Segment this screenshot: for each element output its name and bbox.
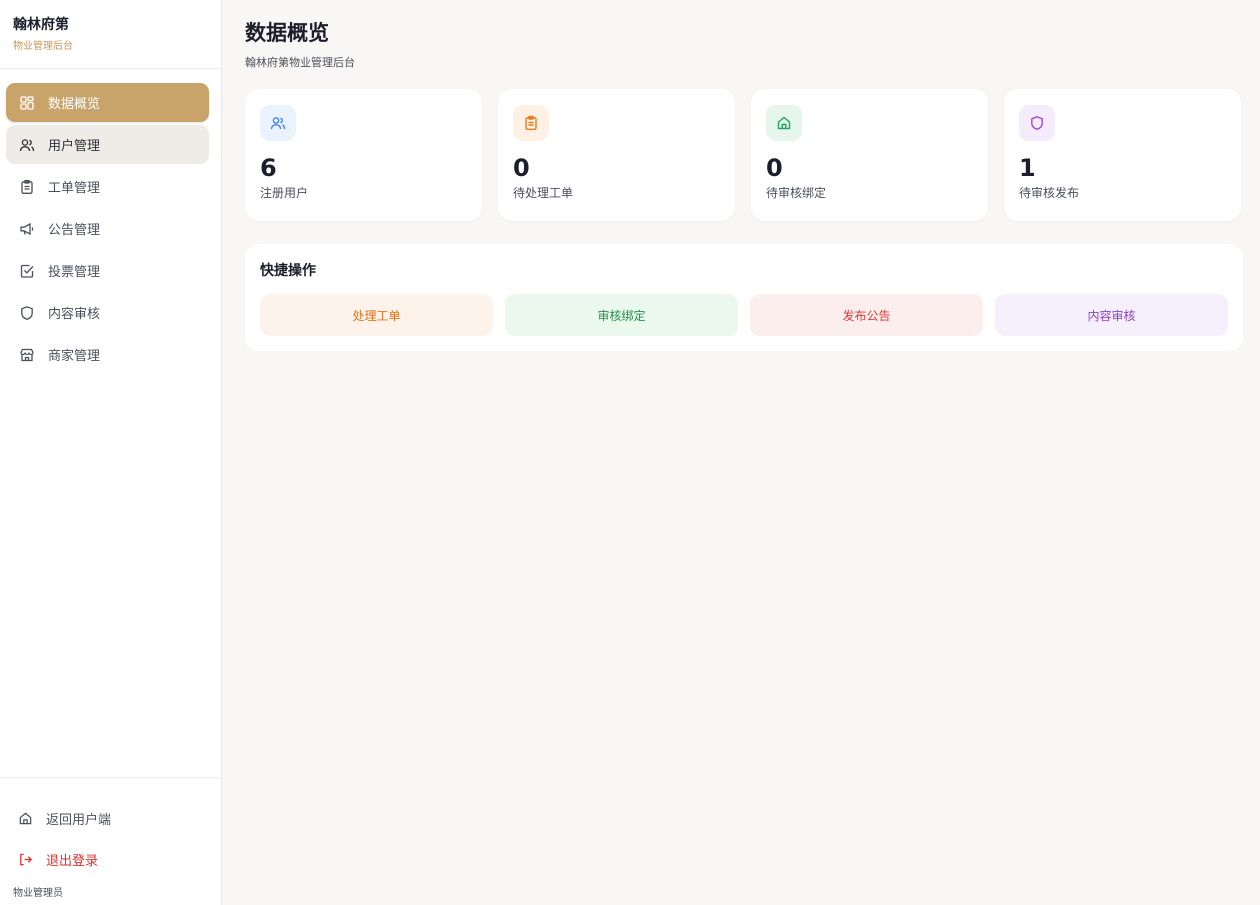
sidebar-nav: 数据概览 用户管理 工单管理 公告管理 投票管理 内容审核 商家管理 (0, 69, 221, 374)
sidebar-item-label: 数据概览 (48, 97, 101, 112)
sidebar-item-votes[interactable]: 投票管理 (6, 251, 209, 290)
stat-label: 待处理工单 (513, 186, 574, 200)
sidebar-item-label: 用户管理 (48, 139, 101, 154)
stat-icon-wrapper (513, 105, 549, 141)
megaphone-icon (18, 220, 36, 238)
stat-value: 0 (513, 154, 530, 182)
sidebar-item-label: 商家管理 (48, 349, 101, 364)
stat-card-pending-binding: 0 待审核绑定 (751, 89, 988, 221)
review-binding-button[interactable]: 审核绑定 (505, 294, 738, 336)
sidebar-item-content-review[interactable]: 内容审核 (6, 293, 209, 332)
quick-actions-row: 处理工单 审核绑定 发布公告 内容审核 (260, 294, 1228, 336)
back-to-user-label: 返回用户端 (46, 813, 112, 828)
checkbox-icon (18, 262, 36, 280)
sidebar-item-label: 投票管理 (48, 265, 101, 280)
page-subtitle: 翰林府第物业管理后台 (245, 56, 355, 69)
sidebar-item-users[interactable]: 用户管理 (6, 125, 209, 164)
sidebar-item-overview[interactable]: 数据概览 (6, 83, 209, 122)
sidebar-item-label: 公告管理 (48, 223, 101, 238)
page-title: 数据概览 (245, 20, 329, 45)
users-icon (270, 117, 286, 130)
stat-card-pending-posts: 1 待审核发布 (1004, 89, 1241, 221)
home-icon (18, 811, 34, 827)
stat-card-registered-users: 6 注册用户 (245, 89, 482, 221)
users-icon (18, 136, 36, 154)
stat-value: 0 (766, 154, 783, 182)
brand-subtitle: 物业管理后台 (13, 41, 73, 52)
sidebar-item-merchants[interactable]: 商家管理 (6, 335, 209, 374)
stat-label: 待审核发布 (1019, 186, 1080, 200)
user-role: 物业管理员 (13, 888, 63, 899)
sidebar-item-announcements[interactable]: 公告管理 (6, 209, 209, 248)
clipboard-icon (18, 178, 36, 196)
stat-label: 注册用户 (260, 186, 309, 200)
main-content: 数据概览 翰林府第物业管理后台 6 注册用户 0 待处理工单 0 待审核绑定 1… (222, 0, 1260, 905)
store-icon (18, 346, 36, 364)
stat-card-pending-workorders: 0 待处理工单 (498, 89, 735, 221)
logout-label: 退出登录 (46, 854, 99, 869)
shield-icon (1031, 116, 1043, 131)
back-to-user-link[interactable]: 返回用户端 (0, 798, 221, 839)
shield-icon (18, 304, 36, 322)
sidebar-footer: 返回用户端 退出登录 物业管理员 (0, 777, 221, 905)
sidebar-item-label: 工单管理 (48, 181, 101, 196)
quick-actions-panel: 快捷操作 处理工单 审核绑定 发布公告 内容审核 (245, 244, 1243, 351)
sidebar-item-workorders[interactable]: 工单管理 (6, 167, 209, 206)
clipboard-icon (525, 115, 537, 130)
process-workorders-button[interactable]: 处理工单 (260, 294, 493, 336)
publish-announcement-button[interactable]: 发布公告 (750, 294, 983, 336)
brand-name: 翰林府第 (13, 17, 69, 33)
logout-icon (18, 852, 34, 868)
stat-value: 1 (1019, 154, 1036, 182)
content-review-button[interactable]: 内容审核 (995, 294, 1228, 336)
sidebar-item-label: 内容审核 (48, 307, 101, 322)
quick-actions-title: 快捷操作 (260, 263, 316, 279)
logout-button[interactable]: 退出登录 (0, 839, 221, 880)
stat-icon-wrapper (766, 105, 802, 141)
sidebar: 翰林府第 物业管理后台 数据概览 用户管理 工单管理 公告管理 投票管理 内容审… (0, 0, 222, 905)
stat-icon-wrapper (260, 105, 296, 141)
stat-icon-wrapper (1019, 105, 1055, 141)
stat-label: 待审核绑定 (766, 186, 827, 200)
home-icon (777, 116, 791, 130)
brand: 翰林府第 物业管理后台 (0, 0, 221, 69)
grid-icon (18, 94, 36, 112)
stat-value: 6 (260, 154, 277, 182)
stats-row: 6 注册用户 0 待处理工单 0 待审核绑定 1 待审核发布 (245, 89, 1243, 221)
